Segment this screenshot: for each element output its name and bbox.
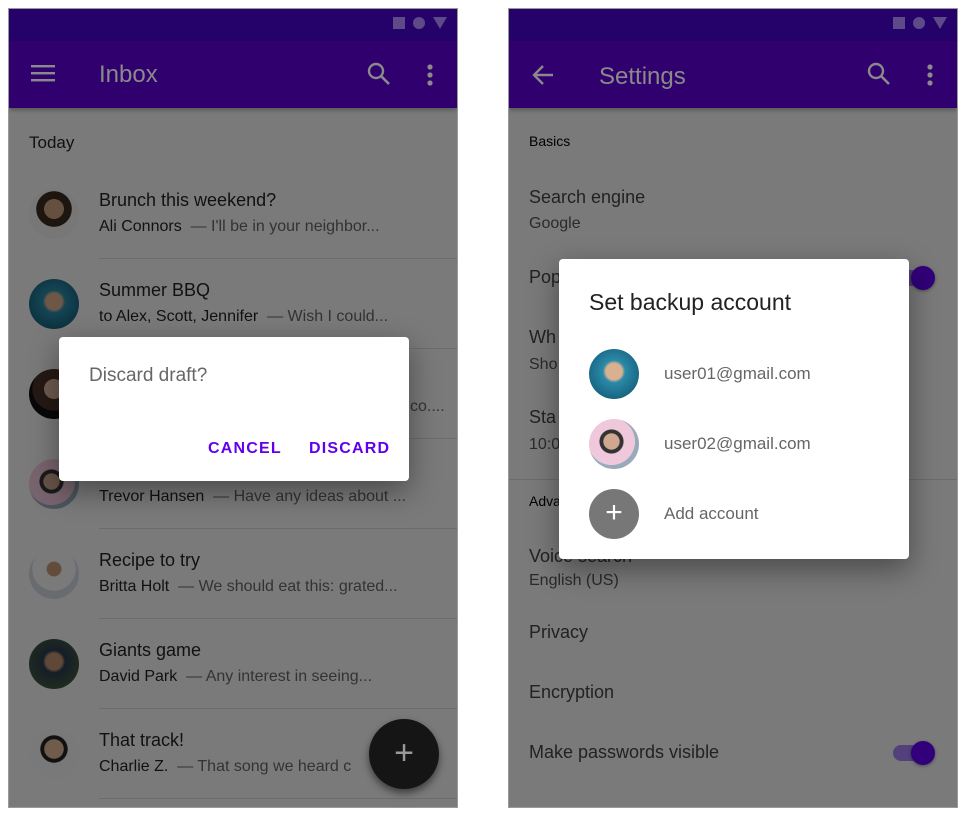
dialog-title: Set backup account — [589, 289, 792, 315]
setting-passwords-visible[interactable]: Make passwords visible — [529, 742, 719, 763]
dialog-message: Discard draft? — [89, 365, 208, 386]
divider — [99, 798, 457, 799]
setting-value: Sho — [529, 356, 558, 373]
setting-label[interactable]: Sta — [529, 407, 556, 428]
message-title: Giants game — [99, 640, 202, 660]
triangle-icon — [433, 17, 447, 29]
message-snippet: co.... — [410, 398, 445, 415]
message-title: That track! — [99, 730, 185, 750]
message-sender: Britta Holt — [99, 578, 170, 595]
account-email: user01@gmail.com — [664, 364, 811, 383]
account-email: user02@gmail.com — [664, 434, 811, 453]
discard-dialog: Discard draft? CANCEL DISCARD — [59, 337, 409, 481]
cancel-button[interactable]: CANCEL — [208, 440, 282, 458]
setting-label[interactable]: Pop — [529, 267, 561, 288]
status-bar — [9, 9, 457, 41]
message-sender: Ali Connors — [99, 218, 182, 235]
list-item[interactable]: Brunch this weekend? Ali Connors — I'll … — [9, 168, 457, 258]
list-item[interactable]: Summer BBQ to Alex, Scott, Jennifer — Wi… — [9, 258, 457, 348]
account-item[interactable]: user02@gmail.com — [559, 419, 909, 469]
setting-value: 10:0 — [529, 436, 561, 453]
message-snippet: — Wish I could... — [267, 308, 389, 325]
setting-search-engine[interactable]: Search engine Google — [509, 179, 957, 239]
add-account-label: Add account — [664, 504, 759, 523]
back-arrow-icon[interactable] — [531, 63, 555, 92]
setting-value: Google — [529, 215, 581, 232]
message-snippet: — Any interest in seeing... — [186, 668, 373, 685]
add-account-button[interactable]: + Add account — [559, 489, 909, 539]
avatar — [29, 189, 79, 239]
inbox-screen: Inbox Today Brunch this weekend? Ali Con… — [8, 8, 458, 808]
circle-icon — [413, 17, 425, 29]
avatar — [29, 639, 79, 689]
triangle-icon — [933, 17, 947, 29]
toggle-switch[interactable] — [911, 266, 935, 290]
backup-account-dialog: Set backup account user01@gmail.com user… — [559, 259, 909, 559]
search-icon[interactable] — [366, 61, 392, 92]
message-snippet: — That song we heard c — [177, 758, 352, 775]
list-item[interactable]: Giants game David Park — Any interest in… — [9, 618, 457, 708]
message-sender: to Alex, Scott, Jennifer — [99, 308, 259, 325]
message-sender: David Park — [99, 668, 178, 685]
list-item[interactable]: Recipe to try Britta Holt — We should ea… — [9, 528, 457, 618]
section-advanced: Adva — [529, 493, 561, 509]
page-title: Settings — [599, 63, 686, 90]
more-vert-icon[interactable] — [426, 63, 434, 92]
setting-label[interactable]: Wh — [529, 327, 556, 348]
square-icon — [893, 17, 905, 29]
message-title: Recipe to try — [99, 550, 201, 570]
app-bar: Settings — [509, 41, 957, 108]
message-sender: Charlie Z. — [99, 758, 169, 775]
plus-icon: + — [394, 734, 414, 772]
section-header: Today — [29, 133, 75, 152]
avatar — [589, 419, 639, 469]
message-snippet: — Have any ideas about ... — [213, 488, 407, 505]
setting-privacy[interactable]: Privacy — [529, 622, 588, 643]
discard-button[interactable]: DISCARD — [309, 440, 390, 458]
more-vert-icon[interactable] — [926, 63, 934, 92]
message-title: Summer BBQ — [99, 280, 211, 300]
compose-fab[interactable]: + — [369, 719, 439, 789]
plus-icon: + — [589, 489, 639, 539]
setting-encryption[interactable]: Encryption — [529, 682, 614, 703]
section-basics: Basics — [529, 133, 571, 149]
page-title: Inbox — [99, 61, 158, 88]
setting-label: Search engine — [529, 187, 646, 207]
square-icon — [393, 17, 405, 29]
menu-icon[interactable] — [31, 63, 57, 88]
toggle-switch[interactable] — [911, 741, 935, 765]
circle-icon — [913, 17, 925, 29]
avatar — [29, 279, 79, 329]
app-bar: Inbox — [9, 41, 457, 108]
avatar — [29, 549, 79, 599]
message-snippet: — I'll be in your neighbor... — [190, 218, 380, 235]
account-item[interactable]: user01@gmail.com — [559, 349, 909, 399]
message-sender: Trevor Hansen — [99, 488, 205, 505]
status-bar — [509, 9, 957, 41]
avatar — [29, 729, 79, 779]
setting-value: English (US) — [529, 572, 619, 589]
avatar — [589, 349, 639, 399]
search-icon[interactable] — [866, 61, 892, 92]
settings-screen: Settings Basics Search engine Google Pop… — [508, 8, 958, 808]
message-title: Brunch this weekend? — [99, 190, 277, 210]
message-snippet: — We should eat this: grated... — [178, 578, 398, 595]
